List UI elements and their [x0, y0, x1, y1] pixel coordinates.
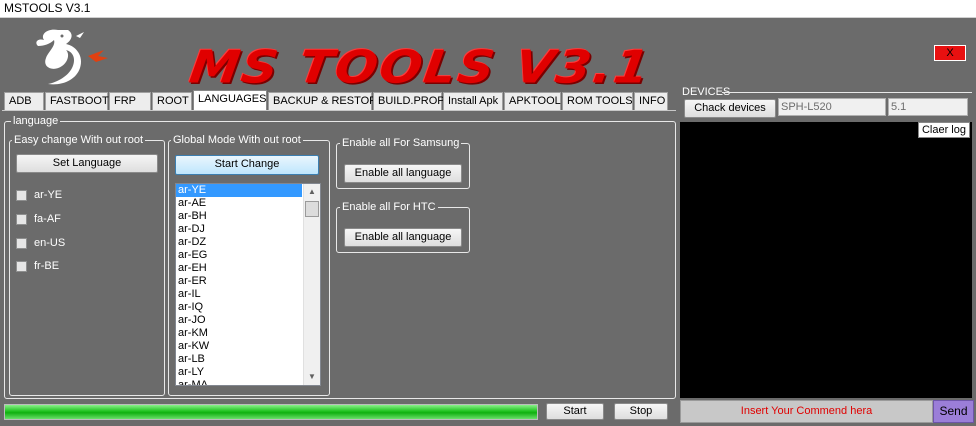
- listbox-scrollbar[interactable]: ▲ ▼: [303, 184, 320, 385]
- easy-change-group: Easy change With out root Set Language a…: [9, 133, 165, 396]
- progress-fill: [5, 405, 537, 419]
- start-button[interactable]: Start: [546, 403, 604, 420]
- app-header: MS TOOLS V3.1 X: [0, 18, 976, 94]
- tab-info[interactable]: INFO: [634, 92, 668, 110]
- enable-all-htc-button[interactable]: Enable all language: [344, 228, 462, 247]
- option-label: en-US: [34, 237, 66, 249]
- list-item[interactable]: ar-IL: [176, 288, 302, 301]
- samsung-group-title: Enable all For Samsung: [340, 136, 462, 150]
- list-item[interactable]: ar-EH: [176, 262, 302, 275]
- list-item[interactable]: ar-EG: [176, 249, 302, 262]
- option-row[interactable]: fr-BE: [16, 260, 59, 272]
- tab-build-prop[interactable]: BUILD.PROP: [373, 92, 445, 110]
- tab-adb[interactable]: ADB: [4, 92, 44, 110]
- list-item[interactable]: ar-DJ: [176, 223, 302, 236]
- list-item[interactable]: ar-MA: [176, 379, 302, 385]
- list-item[interactable]: ar-AE: [176, 197, 302, 210]
- tab-backup-restor[interactable]: BACKUP & RESTOR: [268, 92, 377, 110]
- close-button[interactable]: X: [934, 45, 966, 61]
- option-label: ar-YE: [34, 189, 63, 201]
- devices-panel: DEVICES Chack devices SPH-L520 5.1 Claer…: [678, 86, 974, 398]
- languages-panel: language Easy change With out root Set L…: [2, 110, 676, 399]
- tab-install-apk[interactable]: Install Apk: [443, 92, 503, 110]
- list-item[interactable]: ar-LB: [176, 353, 302, 366]
- check-devices-button[interactable]: Chack devices: [684, 99, 776, 118]
- checkbox[interactable]: [16, 237, 27, 249]
- language-list: ar-YE ar-AE ar-BH ar-DJ ar-DZ ar-EG ar-EH ar-ER…: [176, 184, 320, 385]
- bottom-bar: Start Stop: [0, 398, 676, 426]
- set-language-button[interactable]: Set Language: [16, 154, 158, 173]
- list-item[interactable]: ar-ER: [176, 275, 302, 288]
- list-item[interactable]: ar-KW: [176, 340, 302, 353]
- tab-bar: ADB FASTBOOT FRP ROOT LANGUAGES BACKUP &…: [4, 90, 669, 110]
- list-item[interactable]: ar-JO: [176, 314, 302, 327]
- device-model-field: SPH-L520: [778, 98, 886, 116]
- language-group-title: language: [11, 114, 61, 128]
- dragon-logo: [36, 29, 108, 85]
- tab-frp[interactable]: FRP: [109, 92, 151, 110]
- samsung-group: Enable all For Samsung Enable all langua…: [336, 136, 470, 189]
- htc-group-title: Enable all For HTC: [340, 200, 438, 214]
- checkbox[interactable]: [16, 213, 27, 225]
- scroll-thumb[interactable]: [305, 201, 319, 217]
- tab-rom-tools[interactable]: ROM TOOLS: [562, 92, 633, 110]
- easy-change-title: Easy change With out root: [12, 133, 146, 147]
- window-title: MSTOOLS V3.1: [0, 0, 976, 18]
- start-change-button[interactable]: Start Change: [175, 155, 319, 175]
- list-item[interactable]: ar-BH: [176, 210, 302, 223]
- progress-bar: [4, 404, 538, 420]
- tab-languages[interactable]: LANGUAGES: [193, 90, 267, 110]
- checkbox[interactable]: [16, 189, 27, 201]
- global-mode-group: Global Mode With out root Start Change a…: [168, 133, 330, 396]
- option-row[interactable]: en-US: [16, 237, 65, 249]
- log-output: Claer log: [680, 122, 972, 398]
- list-item[interactable]: ar-IQ: [176, 301, 302, 314]
- option-label: fr-BE: [34, 260, 60, 272]
- scroll-up-icon[interactable]: ▲: [304, 184, 320, 200]
- option-row[interactable]: ar-YE: [16, 189, 62, 201]
- scroll-down-icon[interactable]: ▼: [304, 369, 320, 385]
- banner-title: MS TOOLS V3.1: [186, 40, 655, 94]
- option-row[interactable]: fa-AF: [16, 213, 61, 225]
- list-item[interactable]: ar-DZ: [176, 236, 302, 249]
- language-group: language Easy change With out root Set L…: [4, 114, 676, 399]
- list-item[interactable]: ar-LY: [176, 366, 302, 379]
- send-button[interactable]: Send: [933, 400, 974, 423]
- global-mode-title: Global Mode With out root: [171, 133, 303, 147]
- tab-fastboot[interactable]: FASTBOOT: [45, 92, 109, 110]
- divider: [722, 92, 972, 93]
- enable-all-samsung-button[interactable]: Enable all language: [344, 164, 462, 183]
- tab-apktool[interactable]: APKTOOL: [504, 92, 561, 110]
- list-item[interactable]: ar-YE: [176, 184, 302, 197]
- device-version-field: 5.1: [888, 98, 968, 116]
- htc-group: Enable all For HTC Enable all language: [336, 200, 470, 253]
- language-listbox[interactable]: ar-YE ar-AE ar-BH ar-DJ ar-DZ ar-EG ar-EH ar-ER…: [175, 183, 321, 386]
- clear-log-button[interactable]: Claer log: [917, 122, 970, 138]
- list-item[interactable]: ar-KM: [176, 327, 302, 340]
- option-label: fa-AF: [34, 213, 61, 225]
- command-input[interactable]: Insert Your Commend hera: [680, 400, 933, 423]
- checkbox[interactable]: [16, 260, 27, 272]
- tab-root[interactable]: ROOT: [152, 92, 192, 110]
- stop-button[interactable]: Stop: [614, 403, 668, 420]
